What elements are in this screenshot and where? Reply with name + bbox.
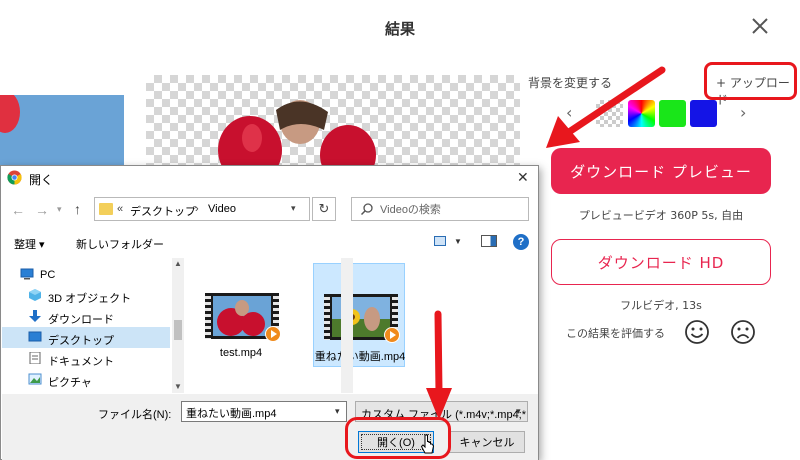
file-list: test.mp4 重ねたい動画.mp4 (187, 258, 523, 393)
download-preview-button[interactable]: ダウンロード プレビュー (551, 148, 771, 194)
breadcrumb-separator[interactable]: › (195, 203, 199, 215)
chevron-down-icon[interactable]: ▼ (454, 237, 462, 246)
search-box[interactable] (351, 197, 529, 221)
back-arrow-icon[interactable]: ← (11, 202, 25, 218)
address-overflow[interactable]: « (117, 203, 123, 215)
chevron-down-icon[interactable]: ▾ (291, 203, 296, 214)
original-preview-image (0, 95, 124, 175)
organize-button[interactable]: 整理 ▾ (14, 236, 45, 252)
forward-arrow-icon[interactable]: → (35, 202, 49, 218)
cancel-button[interactable]: キャンセル (449, 431, 525, 453)
play-icon (265, 326, 281, 342)
film-strip (324, 294, 330, 340)
file-name: 重ねたい動画.mp4 (314, 351, 406, 363)
download-icon (29, 310, 41, 322)
folder-icon (99, 203, 113, 215)
play-icon (384, 327, 400, 343)
navigation-tree: PC 3D オブジェクト ダウンロード デスクトップ ドキュメント ピクチャ ▲… (2, 258, 184, 393)
dialog-titlebar[interactable]: 開く ✕ (1, 166, 538, 190)
close-icon[interactable] (748, 14, 772, 38)
file-list-scrollbar[interactable] (341, 258, 353, 393)
mouse-cursor-icon (420, 434, 435, 454)
smile-icon[interactable] (684, 319, 710, 345)
desktop-icon (28, 331, 42, 342)
search-icon (360, 203, 373, 216)
swatch-blue[interactable] (690, 100, 717, 127)
filename-input[interactable]: 重ねたい動画.mp4 (181, 401, 347, 422)
new-folder-button[interactable]: 新しいフォルダー (76, 236, 164, 252)
download-hd-button[interactable]: ダウンロード HD (551, 239, 771, 285)
tree-item-documents[interactable]: ドキュメント (2, 348, 170, 369)
up-arrow-icon[interactable]: ↑ (74, 201, 81, 217)
tree-item-label: 3D オブジェクト (48, 293, 132, 305)
scroll-up-arrow[interactable]: ▲ (174, 259, 182, 268)
3d-objects-icon (29, 289, 41, 301)
refresh-icon: ↻ (318, 201, 330, 216)
document-icon (29, 352, 41, 364)
dialog-close-icon[interactable]: ✕ (517, 169, 529, 186)
file-name: test.mp4 (219, 347, 263, 359)
file-item-test[interactable]: test.mp4 (195, 263, 287, 367)
scrollbar-thumb[interactable] (174, 320, 182, 340)
frown-icon[interactable] (730, 319, 756, 345)
filename-label: ファイル名(N): (98, 409, 172, 421)
chevron-down-icon[interactable]: ▾ (516, 406, 521, 417)
search-input[interactable] (380, 202, 520, 217)
film-strip (205, 293, 211, 339)
upload-highlight-annotation (704, 62, 797, 100)
tree-item-pictures[interactable]: ピクチャ (2, 369, 170, 390)
tree-item-label: ダウンロード (48, 314, 114, 326)
refresh-button[interactable]: ↻ (312, 197, 336, 221)
preview-description: プレビュービデオ 360P 5s, 自由 (578, 209, 744, 222)
picture-icon (28, 373, 42, 385)
tree-item-pc[interactable]: PC (2, 264, 170, 285)
address-bar[interactable]: « デスクトップ › Video ▾ (94, 197, 310, 221)
dialog-toolbar: 整理 ▾ 新しいフォルダー ▼ ? (2, 231, 537, 253)
tree-item-3d-objects[interactable]: 3D オブジェクト (2, 285, 170, 306)
view-mode-icon[interactable] (434, 236, 446, 246)
tree-item-label: PC (40, 269, 56, 281)
help-icon[interactable]: ? (513, 234, 529, 250)
file-item-overlay-video[interactable]: 重ねたい動画.mp4 (313, 263, 405, 367)
balloon-shape (0, 95, 20, 133)
preview-pane-icon[interactable] (481, 235, 497, 247)
red-arrow-annotation (426, 310, 452, 420)
page-title: 結果 (384, 20, 415, 38)
tree-item-desktop[interactable]: デスクトップ (2, 327, 170, 348)
tree-item-label: ピクチャ (48, 377, 92, 389)
dialog-title: 開く (29, 173, 54, 187)
thumbnail-image (213, 296, 271, 336)
pc-icon (20, 268, 34, 280)
breadcrumb-desktop[interactable]: デスクトップ (130, 203, 196, 219)
tree-scrollbar[interactable]: ▲ ▼ (172, 258, 184, 393)
red-arrow-annotation (546, 66, 666, 148)
scroll-down-arrow[interactable]: ▼ (174, 382, 182, 391)
breadcrumb-video[interactable]: Video (208, 203, 236, 215)
tree-item-downloads[interactable]: ダウンロード (2, 306, 170, 327)
hd-description: フルビデオ, 13s (620, 299, 702, 312)
recent-locations-icon[interactable]: ▾ (57, 204, 62, 215)
tree-item-label: ドキュメント (48, 356, 114, 368)
swatch-next-arrow[interactable]: › (740, 103, 746, 122)
rate-result-label: この結果を評価する (566, 327, 665, 340)
tree-item-label: デスクトップ (48, 335, 114, 347)
chrome-icon (7, 170, 22, 185)
chevron-down-icon[interactable]: ▾ (335, 406, 340, 417)
